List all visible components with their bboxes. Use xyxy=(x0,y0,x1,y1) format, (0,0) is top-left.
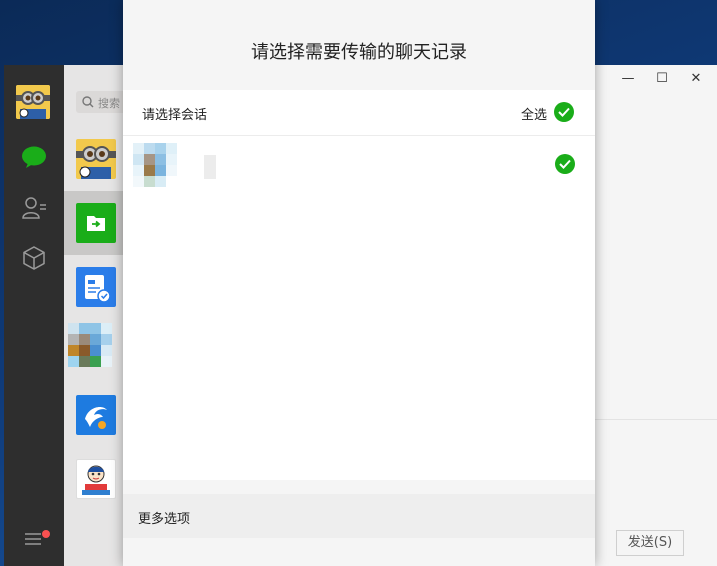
nav-sidebar xyxy=(4,65,64,566)
notification-dot xyxy=(42,530,50,538)
file-transfer-icon xyxy=(76,203,116,243)
redacted-name xyxy=(204,155,216,179)
dolphin-app-icon xyxy=(76,395,116,435)
check-icon xyxy=(559,159,571,169)
close-button[interactable]: ✕ xyxy=(679,65,713,93)
select-prompt: 请选择会话 xyxy=(142,108,208,123)
list-item[interactable] xyxy=(64,319,124,383)
dialog-footer xyxy=(123,538,595,566)
conversation-checkbox[interactable] xyxy=(555,154,575,174)
more-options-link[interactable]: 更多选项 xyxy=(138,508,190,527)
select-all-checkbox[interactable] xyxy=(554,102,574,122)
list-item[interactable] xyxy=(64,447,124,511)
window-controls: — ☐ ✕ xyxy=(594,65,717,93)
minimize-button[interactable]: — xyxy=(611,65,645,93)
document-check-icon xyxy=(76,267,116,307)
contacts-icon[interactable] xyxy=(21,195,47,221)
list-item[interactable] xyxy=(64,127,124,191)
dialog-header: 请选择需要传输的聊天记录 xyxy=(123,0,595,90)
list-item[interactable] xyxy=(64,383,124,447)
conversation-row[interactable] xyxy=(123,136,595,192)
maximize-button[interactable]: ☐ xyxy=(645,65,679,93)
dialog-divider xyxy=(123,480,595,494)
select-all-row: 请选择会话 全选 xyxy=(123,90,595,136)
select-all-label[interactable]: 全选 xyxy=(521,104,547,123)
conversation-list-empty-area xyxy=(123,192,595,480)
list-item[interactable] xyxy=(64,255,124,319)
chat-icon[interactable] xyxy=(21,145,47,169)
pixelated-avatar xyxy=(68,323,112,367)
dialog-title: 请选择需要传输的聊天记录 xyxy=(251,42,467,63)
search-placeholder: 搜索 xyxy=(98,97,120,110)
check-icon xyxy=(558,107,570,117)
send-button[interactable]: 发送(S) xyxy=(616,530,684,556)
chat-history-transfer-dialog: 请选择需要传输的聊天记录 请选择会话 全选 更多选项 xyxy=(123,0,595,566)
input-divider xyxy=(594,419,717,420)
collections-icon[interactable] xyxy=(21,245,47,271)
chat-list: 搜索 xyxy=(64,65,136,566)
list-item-selected[interactable] xyxy=(64,191,124,255)
contact-avatar xyxy=(76,139,116,179)
pixelated-avatar xyxy=(133,143,177,187)
more-options-row[interactable]: 更多选项 xyxy=(123,494,595,538)
search-icon xyxy=(82,96,94,108)
cartoon-avatar xyxy=(76,459,116,499)
user-avatar[interactable] xyxy=(16,85,50,119)
